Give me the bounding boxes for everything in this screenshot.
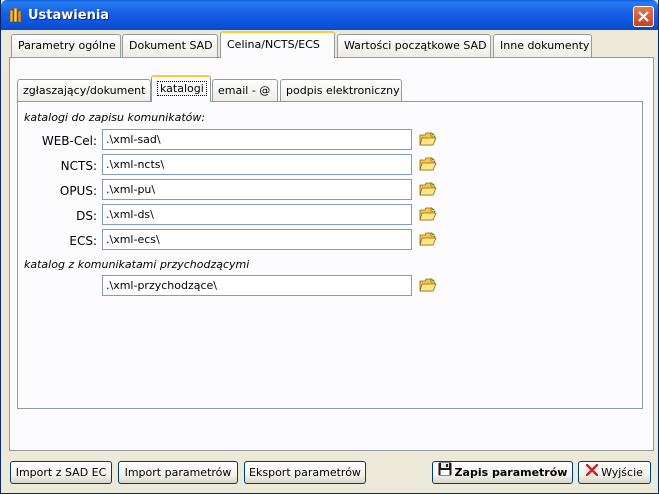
browse-ncts-folder-icon[interactable] bbox=[419, 156, 437, 172]
exit-button[interactable]: Wyjście bbox=[578, 461, 651, 484]
ncts-path-field[interactable]: .\xml-ncts\ bbox=[102, 154, 412, 175]
browse-ds-folder-icon[interactable] bbox=[419, 206, 437, 222]
tab-celina-ncts-ecs[interactable]: Celina/NCTS/ECS bbox=[220, 31, 335, 58]
save-parameters-button[interactable]: Zapis parametrów bbox=[432, 461, 573, 484]
field-label-web-cel: WEB-Cel: bbox=[41, 134, 97, 148]
export-parameters-button[interactable]: Eksport parametrów bbox=[244, 461, 366, 484]
tab-initial-values-sad[interactable]: Wartości początkowe SAD bbox=[337, 34, 491, 58]
opus-path-field[interactable]: .\xml-pu\ bbox=[102, 179, 412, 200]
web-cel-path-field[interactable]: .\xml-sad\ bbox=[102, 129, 412, 150]
incoming-catalog-header: katalog z komunikatami przychodzącymi bbox=[24, 258, 250, 271]
browse-web-cel-folder-icon[interactable] bbox=[419, 131, 437, 147]
tab-sad-document[interactable]: Dokument SAD bbox=[122, 34, 218, 58]
close-button[interactable] bbox=[633, 6, 654, 27]
red-x-icon bbox=[585, 462, 599, 483]
subtab-electronic-signature[interactable]: podpis elektroniczny bbox=[280, 79, 402, 103]
settings-window: Ustawienia Parametry ogólne Dokument SAD… bbox=[0, 0, 659, 494]
browse-opus-folder-icon[interactable] bbox=[419, 181, 437, 197]
field-label-ds: DS: bbox=[76, 209, 97, 223]
app-icon bbox=[9, 7, 23, 23]
subtab-declarant-document[interactable]: zgłaszający/dokument bbox=[17, 79, 151, 103]
import-sad-ec-button[interactable]: Import z SAD EC bbox=[10, 461, 112, 484]
close-icon bbox=[638, 11, 649, 22]
ecs-path-field[interactable]: .\xml-ecs\ bbox=[102, 229, 412, 250]
browse-ecs-folder-icon[interactable] bbox=[419, 231, 437, 247]
incoming-path-field[interactable]: .\xml-przychodzące\ bbox=[102, 275, 412, 296]
browse-incoming-folder-icon[interactable] bbox=[419, 277, 437, 293]
tab-other-documents[interactable]: Inne dokumenty bbox=[493, 34, 592, 58]
save-parameters-label: Zapis parametrów bbox=[454, 466, 568, 479]
floppy-disk-icon bbox=[438, 462, 452, 483]
ds-path-field[interactable]: .\xml-ds\ bbox=[102, 204, 412, 225]
subtab-catalogs-label: katalogi bbox=[157, 81, 207, 96]
outgoing-catalogs-header: katalogi do zapisu komunikatów: bbox=[24, 111, 206, 124]
field-label-opus: OPUS: bbox=[59, 184, 97, 198]
exit-label: Wyjście bbox=[601, 466, 643, 479]
subtab-catalogs[interactable]: katalogi bbox=[151, 75, 211, 102]
tab-general-parameters[interactable]: Parametry ogólne bbox=[11, 34, 121, 58]
title-bar[interactable]: Ustawienia bbox=[1, 0, 658, 30]
field-label-ecs: ECS: bbox=[69, 234, 97, 248]
import-parameters-button[interactable]: Import parametrów bbox=[118, 461, 238, 484]
window-title: Ustawienia bbox=[28, 8, 110, 23]
subtab-email[interactable]: email - @ bbox=[212, 79, 278, 103]
field-label-ncts: NCTS: bbox=[60, 159, 97, 173]
